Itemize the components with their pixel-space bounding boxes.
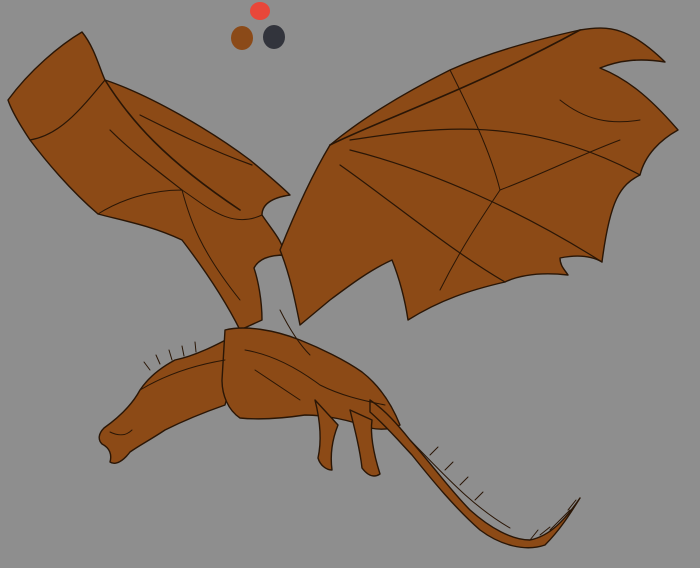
dragon-illustration bbox=[7, 27, 679, 549]
dragon-body-fill bbox=[7, 27, 679, 549]
right-wing bbox=[279, 27, 679, 326]
left-wing bbox=[7, 31, 291, 331]
tail bbox=[369, 399, 581, 549]
drawing-canvas bbox=[0, 0, 700, 568]
